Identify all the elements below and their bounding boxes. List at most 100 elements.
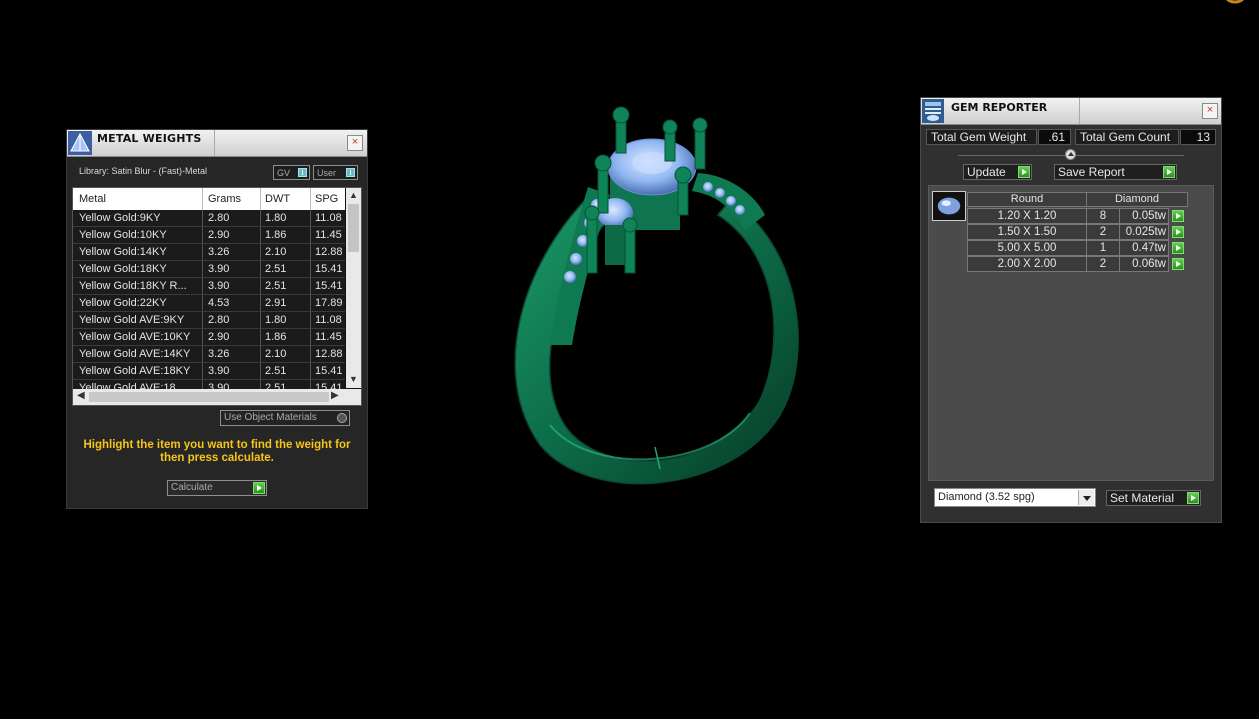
gem-cell-count: 2 xyxy=(1086,256,1120,272)
gem-reporter-panel: GEM REPORTER × Total Gem Weight .61 Tota… xyxy=(921,98,1221,522)
gem-reporter-titlebar[interactable]: GEM REPORTER × xyxy=(921,98,1221,125)
col-header-spg[interactable]: SPG xyxy=(315,193,338,205)
gem-cell-size: 2.00 X 2.00 xyxy=(967,256,1087,272)
select-gems-arrow-icon[interactable] xyxy=(1172,210,1184,222)
col-header-dwt[interactable]: DWT xyxy=(265,193,290,205)
use-object-materials-toggle[interactable]: Use Object Materials xyxy=(220,410,350,426)
metal-weights-titlebar[interactable]: METAL WEIGHTS × xyxy=(67,130,367,157)
gem-cell-weight: 0.05tw xyxy=(1119,208,1169,224)
gv-toggle-label: GV xyxy=(277,168,291,178)
play-arrow-icon xyxy=(1163,166,1175,178)
cell-divider xyxy=(310,261,311,277)
col-header-metal[interactable]: Metal xyxy=(79,193,106,205)
cell-grams: 3.26 xyxy=(208,246,230,258)
cell-dwt: 2.10 xyxy=(265,246,287,258)
cell-grams: 2.90 xyxy=(208,229,230,241)
cell-divider xyxy=(310,363,311,379)
gem-list[interactable]: Round Diamond 1.20 X 1.20 8 0.05tw 1.50 X 1… xyxy=(928,185,1214,481)
save-report-button[interactable]: Save Report xyxy=(1054,164,1177,180)
table-row[interactable]: Yellow Gold AVE:10KY 2.90 1.86 11.45 xyxy=(73,329,345,346)
cell-metal: Yellow Gold:14KY xyxy=(79,246,167,258)
scroll-down-icon[interactable]: ▼ xyxy=(349,374,358,384)
hscroll-thumb[interactable] xyxy=(89,392,329,402)
cell-divider xyxy=(310,346,311,362)
scroll-up-icon[interactable]: ▲ xyxy=(349,190,358,200)
table-row[interactable]: Yellow Gold:9KY 2.80 1.80 11.08 xyxy=(73,210,345,227)
user-toggle-knob xyxy=(346,168,355,177)
gem-row[interactable]: 5.00 X 5.00 1 0.47tw xyxy=(967,240,1187,256)
ring-model[interactable] xyxy=(480,95,820,500)
total-gem-weight-value: .61 xyxy=(1038,129,1071,145)
collapse-icon[interactable] xyxy=(1065,149,1076,160)
scroll-left-icon[interactable]: ◀ xyxy=(77,390,85,401)
user-toggle[interactable]: User xyxy=(313,165,358,180)
calculate-label: Calculate xyxy=(171,482,213,493)
cell-divider xyxy=(202,227,203,243)
shape-column-header: Round xyxy=(967,192,1087,207)
3d-viewport[interactable]: METAL WEIGHTS × Library: Satin Blur - (F… xyxy=(0,0,1259,719)
chevron-down-icon[interactable] xyxy=(1078,490,1094,505)
col-header-grams[interactable]: Grams xyxy=(208,193,241,205)
gem-cell-weight: 0.47tw xyxy=(1119,240,1169,256)
round-gem-icon[interactable] xyxy=(932,191,966,221)
gem-cell-size: 5.00 X 5.00 xyxy=(967,240,1087,256)
gem-row[interactable]: 1.50 X 1.50 2 0.025tw xyxy=(967,224,1187,240)
table-row[interactable]: Yellow Gold AVE:9KY 2.80 1.80 11.08 xyxy=(73,312,345,329)
gem-cell-weight: 0.025tw xyxy=(1119,224,1169,240)
play-arrow-icon xyxy=(253,482,265,494)
col-divider xyxy=(202,188,203,210)
metal-table-vscroll[interactable]: ▲ ▼ xyxy=(346,188,361,388)
select-gems-arrow-icon[interactable] xyxy=(1172,242,1184,254)
table-row[interactable]: Yellow Gold AVE:18KY 3.90 2.51 15.41 xyxy=(73,363,345,380)
cell-dwt: 2.51 xyxy=(265,280,287,292)
metal-table-hscroll[interactable]: ◀ ▶ xyxy=(73,389,361,405)
cell-divider xyxy=(202,312,203,328)
total-gem-count-value: 13 xyxy=(1180,129,1216,145)
cell-spg: 15.41 xyxy=(315,365,343,377)
metal-table[interactable]: Metal Grams DWT SPG Yellow Gold:9KY 2.80 1… xyxy=(72,187,362,406)
calculate-button[interactable]: Calculate xyxy=(167,480,267,496)
calculate-hint: Highlight the item you want to find the … xyxy=(83,439,351,464)
set-material-button[interactable]: Set Material xyxy=(1106,490,1201,506)
cell-divider xyxy=(260,244,261,260)
scroll-right-icon[interactable]: ▶ xyxy=(331,390,339,401)
cell-spg: 11.08 xyxy=(315,212,342,224)
col-divider xyxy=(310,188,311,210)
cell-spg: 11.45 xyxy=(315,229,342,241)
cell-divider xyxy=(260,312,261,328)
title-divider xyxy=(1079,98,1080,124)
table-row[interactable]: Yellow Gold:18KY 3.90 2.51 15.41 xyxy=(73,261,345,278)
gem-reporter-close-button[interactable]: × xyxy=(1202,103,1218,119)
cell-metal: Yellow Gold:22KY xyxy=(79,297,167,309)
use-object-materials-label: Use Object Materials xyxy=(224,412,317,423)
table-row[interactable]: Yellow Gold:14KY 3.26 2.10 12.88 xyxy=(73,244,345,261)
cell-dwt: 2.51 xyxy=(265,263,287,275)
table-row[interactable]: Yellow Gold:10KY 2.90 1.86 11.45 xyxy=(73,227,345,244)
select-gems-arrow-icon[interactable] xyxy=(1172,226,1184,238)
cell-spg: 15.41 xyxy=(315,263,343,275)
material-select[interactable]: Diamond (3.52 spg) xyxy=(934,488,1096,507)
cell-divider xyxy=(202,295,203,311)
gem-cell-weight: 0.06tw xyxy=(1119,256,1169,272)
cell-grams: 3.90 xyxy=(208,365,230,377)
cell-divider xyxy=(260,227,261,243)
cell-spg: 11.45 xyxy=(315,331,342,343)
gem-row[interactable]: 1.20 X 1.20 8 0.05tw xyxy=(967,208,1187,224)
gv-toggle[interactable]: GV xyxy=(273,165,310,180)
metal-weights-close-button[interactable]: × xyxy=(347,135,363,151)
gem-row[interactable]: 2.00 X 2.00 2 0.06tw xyxy=(967,256,1187,272)
cell-divider xyxy=(310,244,311,260)
cell-metal: Yellow Gold:18KY R... xyxy=(79,280,187,292)
select-gems-arrow-icon[interactable] xyxy=(1172,258,1184,270)
total-gem-count-label: Total Gem Count xyxy=(1075,129,1179,145)
table-row[interactable]: Yellow Gold:22KY 4.53 2.91 17.89 xyxy=(73,295,345,312)
cell-divider xyxy=(260,261,261,277)
cell-divider xyxy=(260,210,261,226)
table-row[interactable]: Yellow Gold:18KY R... 3.90 2.51 15.41 xyxy=(73,278,345,295)
metal-table-header: Metal Grams DWT SPG xyxy=(73,188,345,210)
update-button[interactable]: Update xyxy=(963,164,1032,180)
material-select-value: Diamond (3.52 spg) xyxy=(938,491,1035,503)
cell-dwt: 2.51 xyxy=(265,365,287,377)
vscroll-thumb[interactable] xyxy=(348,204,359,252)
table-row[interactable]: Yellow Gold AVE:14KY 3.26 2.10 12.88 xyxy=(73,346,345,363)
